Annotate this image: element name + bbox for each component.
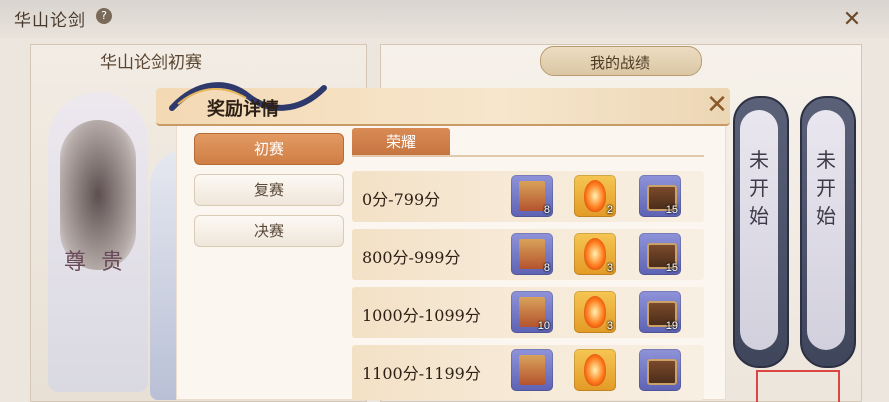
chest-icon[interactable]: 15 [639,233,681,275]
reward-row: 0分-799分 8 2 15 [352,171,704,222]
scroll-icon[interactable]: 8 [511,233,553,275]
item-count: 8 [543,262,550,274]
scroll-icon[interactable]: 8 [511,175,553,217]
score-range: 1100分-1199分 [362,364,481,383]
stage-status: 未开始 [749,148,769,228]
rank-label: 尊 贵 [64,250,127,275]
chest-icon[interactable]: 19 [639,291,681,333]
flame-token-icon[interactable]: 3 [574,233,616,275]
reward-row: 1000分-1099分 10 3 19 [352,287,704,338]
close-icon[interactable]: ✕ [840,8,864,32]
item-count: 10 [537,320,550,332]
score-range: 800分-999分 [362,248,461,267]
tab-second-round[interactable]: 复赛 [194,174,344,206]
record-title: 我的战绩 [589,54,650,72]
stage-pill: 未开始 [800,96,856,368]
tab-honor[interactable]: 荣耀 [352,128,450,156]
chest-icon[interactable]: 15 [639,175,681,217]
item-count: 8 [543,204,550,216]
dialog-close-icon[interactable]: ✕ [704,92,730,118]
top-bar [0,0,889,38]
item-count: 2 [606,204,613,216]
scroll-icon[interactable] [511,349,553,391]
dialog-title: 奖励详情 [207,99,279,120]
reward-row: 800分-999分 8 3 15 [352,229,704,280]
tab-divider [352,155,704,157]
flame-token-icon[interactable]: 3 [574,291,616,333]
preliminary-title: 华山论剑初赛 [100,53,202,73]
scroll-icon[interactable]: 10 [511,291,553,333]
item-count: 19 [665,320,678,332]
score-range: 0分-799分 [362,190,441,209]
score-range: 1000分-1099分 [362,306,481,325]
highlight-frame [756,370,840,402]
tab-final[interactable]: 决赛 [194,215,344,247]
chest-icon[interactable] [639,349,681,391]
stage-status: 未开始 [816,148,836,228]
flame-token-icon[interactable]: 2 [574,175,616,217]
page-title: 华山论剑 [14,11,86,31]
item-count: 15 [665,262,678,274]
item-count: 15 [665,204,678,216]
help-icon[interactable]: ? [96,8,112,24]
stage-pill: 未开始 [733,96,789,368]
item-count: 3 [606,320,613,332]
reward-row: 1100分-1199分 [352,345,704,400]
item-count: 3 [606,262,613,274]
tab-preliminary[interactable]: 初赛 [194,133,344,165]
flame-token-icon[interactable] [574,349,616,391]
